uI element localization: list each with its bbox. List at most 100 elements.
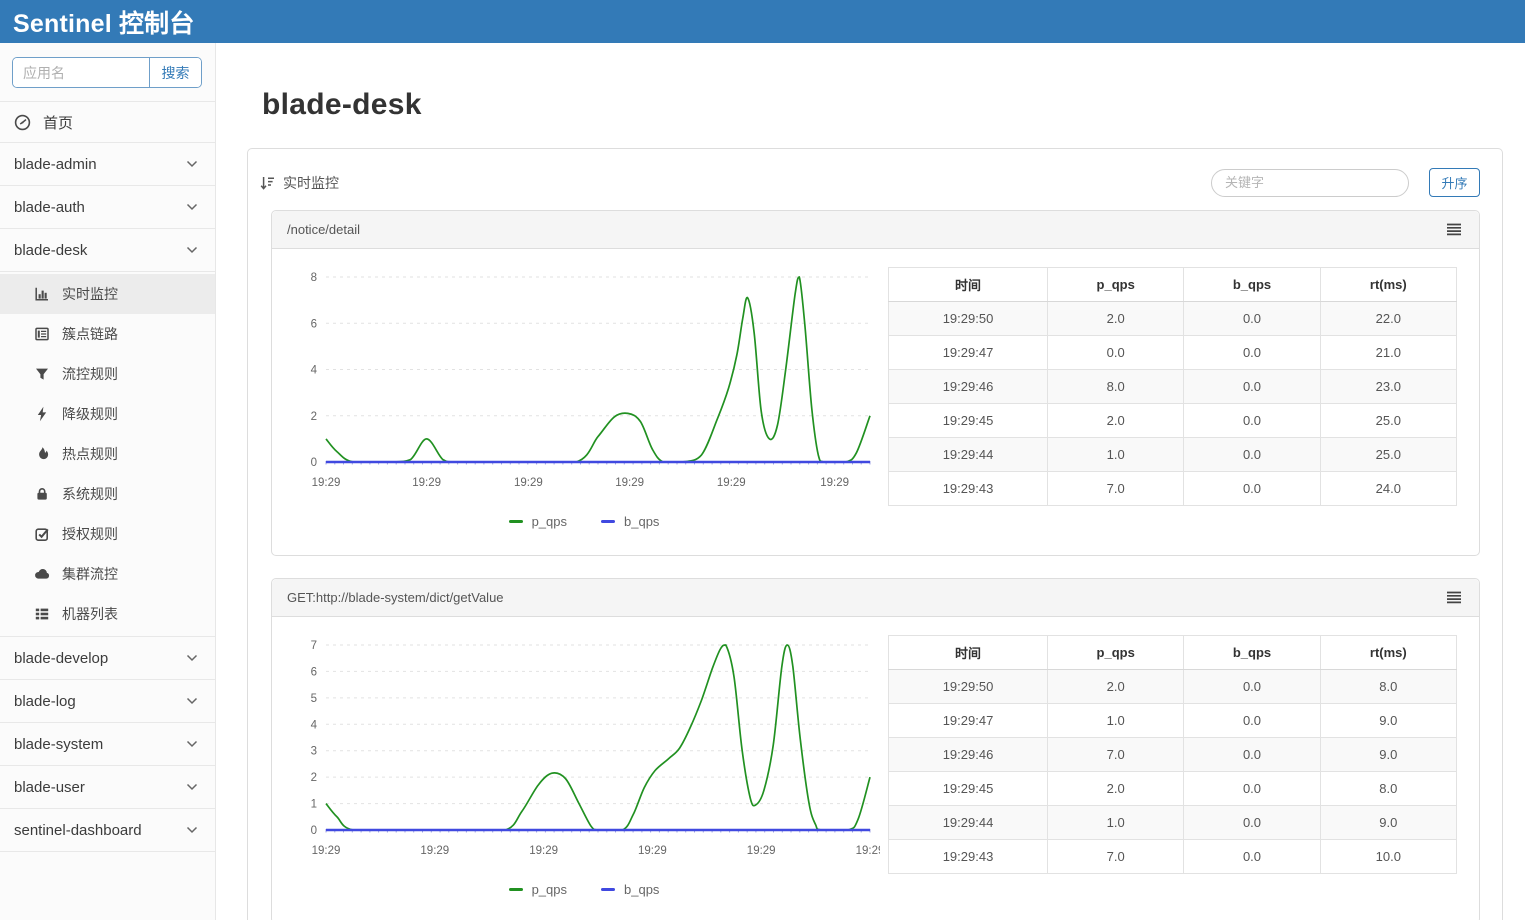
table-header-cell: b_qps	[1184, 268, 1320, 302]
table-cell: 19:29:45	[889, 404, 1048, 438]
table-cell: 19:29:46	[889, 738, 1048, 772]
chevron-down-icon	[186, 198, 198, 216]
table-header-cell: p_qps	[1048, 268, 1184, 302]
legend-dash	[601, 520, 615, 523]
chevron-down-icon	[186, 778, 198, 796]
svg-text:19:29: 19:29	[412, 477, 441, 489]
svg-text:0: 0	[311, 457, 317, 469]
table-cell: 0.0	[1184, 704, 1320, 738]
table-cell: 21.0	[1320, 336, 1456, 370]
sort-amount-icon	[259, 175, 275, 191]
svg-text:8: 8	[311, 272, 317, 284]
svg-text:6: 6	[311, 318, 317, 330]
table-cell: 2.0	[1048, 302, 1184, 336]
sidebar-item-cluster-flow[interactable]: 集群流控	[0, 554, 215, 594]
app-search-button[interactable]: 搜索	[149, 58, 201, 87]
table-cell: 0.0	[1184, 806, 1320, 840]
qps-table: 时间p_qpsb_qpsrt(ms)19:29:502.00.022.019:2…	[888, 267, 1457, 506]
table-cell: 25.0	[1320, 438, 1456, 472]
resource-name: GET:http://blade-system/dict/getValue	[287, 590, 504, 605]
svg-text:1: 1	[311, 799, 317, 811]
table-cell: 0.0	[1184, 336, 1320, 370]
sidebar-group-blade-auth[interactable]: blade-auth	[0, 185, 215, 228]
table-cell: 9.0	[1320, 806, 1456, 840]
chevron-down-icon	[186, 735, 198, 753]
sidebar-item-authority-rules[interactable]: 授权规则	[0, 514, 215, 554]
table-row: 19:29:502.00.08.0	[889, 670, 1457, 704]
table-cell: 0.0	[1184, 438, 1320, 472]
sort-order-button[interactable]: 升序	[1429, 168, 1480, 197]
table-cell: 0.0	[1048, 336, 1184, 370]
legend-label: b_qps	[624, 882, 659, 897]
table-cell: 19:29:43	[889, 472, 1048, 506]
menu-icon[interactable]	[1444, 589, 1464, 606]
sidebar-group-blade-desk[interactable]: blade-desk	[0, 228, 215, 271]
table-row: 19:29:437.00.010.0	[889, 840, 1457, 874]
page-title: blade-desk	[262, 88, 1503, 122]
svg-text:19:29: 19:29	[820, 477, 849, 489]
sidebar-group-sentinel-dashboard[interactable]: sentinel-dashboard	[0, 808, 215, 851]
menu-icon[interactable]	[1444, 221, 1464, 238]
table-row: 19:29:452.00.025.0	[889, 404, 1457, 438]
sidebar-item-machine-list[interactable]: 机器列表	[0, 594, 215, 634]
table-row: 19:29:437.00.024.0	[889, 472, 1457, 506]
app-search-group: 搜索	[12, 57, 202, 88]
sidebar-item-system-rules[interactable]: 系统规则	[0, 474, 215, 514]
app-search-input[interactable]	[13, 58, 149, 87]
svg-text:6: 6	[311, 666, 317, 678]
table-cell: 22.0	[1320, 302, 1456, 336]
table-row: 19:29:452.00.08.0	[889, 772, 1457, 806]
top-navbar: Sentinel 控制台	[0, 0, 1525, 43]
table-cell: 19:29:44	[889, 806, 1048, 840]
chevron-down-icon	[186, 692, 198, 710]
table-cell: 19:29:47	[889, 704, 1048, 738]
table-header-cell: 时间	[889, 268, 1048, 302]
table-cell: 19:29:50	[889, 302, 1048, 336]
sidebar-group-blade-system[interactable]: blade-system	[0, 722, 215, 765]
svg-text:0: 0	[311, 825, 317, 837]
sidebar-item-flow-rules[interactable]: 流控规则	[0, 354, 215, 394]
sidebar: 搜索 首页 blade-admin blade-auth blade-desk	[0, 43, 216, 920]
chart-legend: p_qpsb_qps	[280, 514, 888, 529]
svg-text:19:29: 19:29	[638, 845, 667, 857]
table-cell: 7.0	[1048, 472, 1184, 506]
list-icon	[34, 606, 50, 622]
svg-text:19:29: 19:29	[856, 845, 880, 857]
sidebar-item-hotspot-rules[interactable]: 热点规则	[0, 434, 215, 474]
legend-item-b_qps: b_qps	[601, 882, 659, 897]
table-cell: 19:29:45	[889, 772, 1048, 806]
table-cell: 0.0	[1184, 472, 1320, 506]
svg-text:19:29: 19:29	[312, 845, 341, 857]
section-title: 实时监控	[283, 173, 339, 193]
table-cell: 1.0	[1048, 438, 1184, 472]
chart-legend: p_qps b_qps	[280, 882, 888, 897]
table-cell: 9.0	[1320, 738, 1456, 772]
sidebar-group-blade-log[interactable]: blade-log	[0, 679, 215, 722]
sidebar-item-degrade-rules[interactable]: 降级规则	[0, 394, 215, 434]
table-row: 19:29:441.00.09.0	[889, 806, 1457, 840]
main-content: blade-desk 实时监控 升序 /notice/detail	[216, 43, 1525, 920]
table-header-row: 时间p_qpsb_qpsrt(ms)	[889, 268, 1457, 302]
app-brand: Sentinel 控制台	[13, 4, 195, 40]
chevron-down-icon	[186, 241, 198, 259]
sidebar-group-blade-develop[interactable]: blade-develop	[0, 636, 215, 679]
table-cell: 23.0	[1320, 370, 1456, 404]
table-row: 19:29:470.00.021.0	[889, 336, 1457, 370]
resource-panel: GET:http://blade-system/dict/getValue 0 1…	[271, 578, 1480, 920]
table-row: 19:29:502.00.022.0	[889, 302, 1457, 336]
sidebar-item-home[interactable]: 首页	[0, 101, 215, 142]
keyword-input[interactable]	[1211, 169, 1409, 197]
sidebar-item-cluster-link[interactable]: 簇点链路	[0, 314, 215, 354]
legend-dash	[601, 888, 615, 891]
table-cell: 1.0	[1048, 704, 1184, 738]
sidebar-group-blade-user[interactable]: blade-user	[0, 765, 215, 808]
sidebar-item-realtime-monitor[interactable]: 实时监控	[0, 274, 215, 314]
legend-label: p_qps	[532, 882, 567, 897]
table-cell: 0.0	[1184, 302, 1320, 336]
monitor-card: 实时监控 升序 /notice/detail 0246819:2919	[247, 148, 1503, 920]
table-cell: 0.0	[1184, 670, 1320, 704]
table-cell: 2.0	[1048, 404, 1184, 438]
table-cell: 19:29:47	[889, 336, 1048, 370]
sidebar-group-blade-admin[interactable]: blade-admin	[0, 142, 215, 185]
legend-item-b_qps: b_qps	[601, 514, 659, 529]
